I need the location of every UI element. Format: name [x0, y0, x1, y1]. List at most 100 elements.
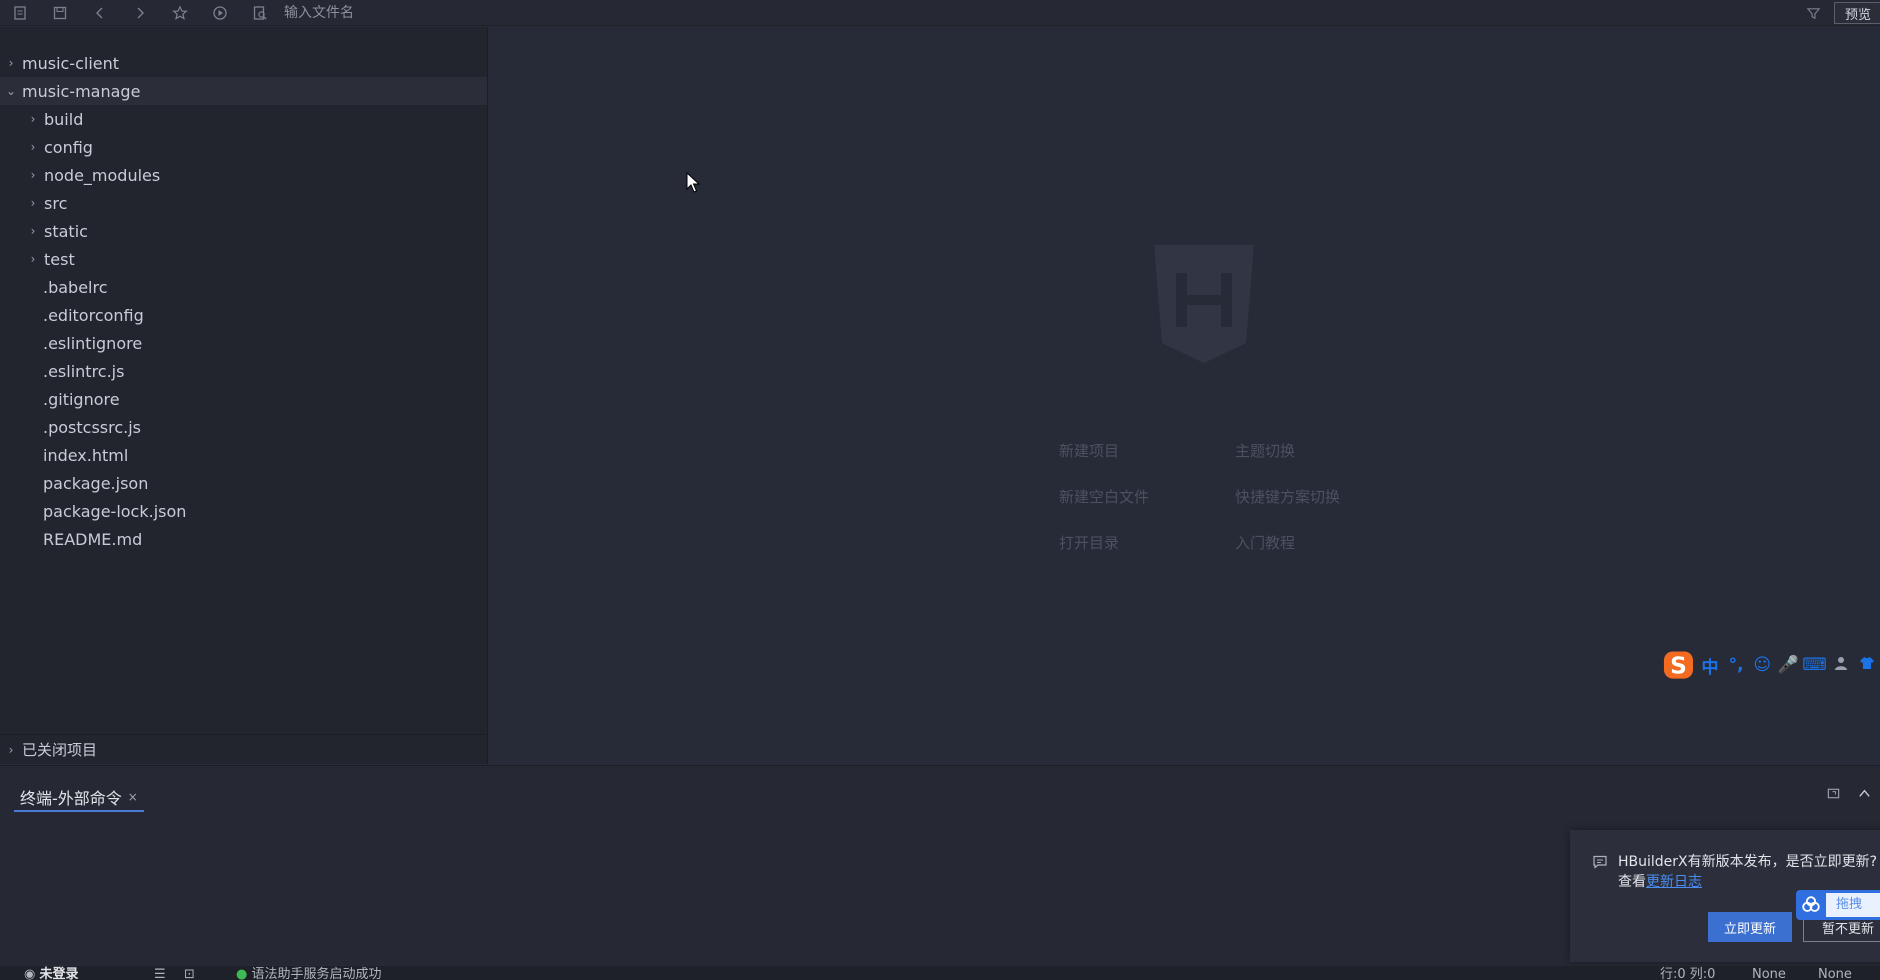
chevron-right-icon[interactable]: › [22, 224, 44, 238]
file-search-input[interactable] [284, 1, 684, 24]
ime-emoji-icon[interactable]: ☺ [1749, 655, 1775, 675]
encoding-status[interactable]: None [1752, 968, 1786, 980]
sogou-logo-icon[interactable]: S [1662, 648, 1697, 682]
forward-icon[interactable] [120, 0, 160, 26]
file-label: package.json [43, 473, 149, 493]
ime-skin-icon[interactable] [1854, 655, 1880, 676]
folder-label: static [44, 221, 88, 241]
new-file-icon[interactable] [0, 0, 40, 26]
ime-user-icon[interactable] [1828, 655, 1854, 676]
closed-projects-section[interactable]: › 已关闭项目 [0, 734, 487, 764]
file-tree: › music-client ⌄ music-manage › build › … [0, 27, 487, 553]
file-item[interactable]: package-lock.json [0, 497, 487, 525]
new-blank-file-link[interactable]: 新建空白文件 [1059, 487, 1235, 507]
file-item[interactable]: .editorconfig [0, 301, 487, 329]
ime-toolbar: S 中 °, ☺ 🎤 ⌨ [1662, 648, 1880, 682]
syntax-status[interactable]: None [1818, 968, 1852, 980]
status-ok-icon: ● [236, 967, 248, 980]
notification-changelog-line: 查看更新日志 [1618, 872, 1877, 892]
cursor-position[interactable]: 行:0 列:0 [1660, 968, 1715, 980]
chevron-right-icon[interactable]: › [22, 112, 44, 126]
file-label: .eslintrc.js [43, 361, 125, 381]
folder-label: src [44, 193, 68, 213]
theme-switch-link[interactable]: 主题切换 [1235, 441, 1399, 461]
chevron-right-icon[interactable]: › [22, 196, 44, 210]
chevron-right-icon[interactable]: › [0, 743, 22, 757]
folder-item[interactable]: › static [0, 217, 487, 245]
cloud-icon [1796, 890, 1826, 920]
folder-item[interactable]: › src [0, 189, 487, 217]
view-prefix: 查看 [1618, 874, 1646, 890]
chevron-right-icon[interactable]: › [22, 252, 44, 266]
changelog-link[interactable]: 更新日志 [1646, 874, 1702, 890]
ime-keyboard-icon[interactable]: ⌨ [1802, 655, 1828, 675]
file-item[interactable]: index.html [0, 441, 487, 469]
file-item[interactable]: .babelrc [0, 273, 487, 301]
folder-label: test [44, 249, 75, 269]
file-label: .eslintignore [43, 333, 143, 353]
folder-item[interactable]: › node_modules [0, 161, 487, 189]
project-label: music-client [22, 53, 120, 73]
language-service-status[interactable]: ● 语法助手服务启动成功 [236, 968, 382, 980]
chevron-right-icon[interactable]: › [22, 140, 44, 154]
folder-item[interactable]: › build [0, 105, 487, 133]
chevron-up-icon[interactable] [1857, 786, 1872, 805]
file-item[interactable]: .eslintrc.js [0, 357, 487, 385]
panel-actions [1826, 786, 1872, 805]
project-music-client[interactable]: › music-client [0, 49, 487, 77]
file-item[interactable]: package.json [0, 469, 487, 497]
login-status[interactable]: ◉ 未登录 [24, 968, 79, 980]
tutorial-link[interactable]: 入门教程 [1235, 533, 1399, 553]
notification-message: HBuilderX有新版本发布，是否立即更新? [1618, 854, 1878, 870]
run-icon[interactable] [200, 0, 240, 26]
close-icon[interactable]: × [128, 790, 138, 804]
chevron-right-icon[interactable]: › [22, 168, 44, 182]
ime-voice-icon[interactable]: 🎤 [1775, 655, 1801, 675]
preview-button[interactable]: 预览 [1833, 2, 1880, 24]
save-icon[interactable] [40, 0, 80, 26]
ime-chinese-mode[interactable]: 中 [1697, 653, 1723, 678]
file-item[interactable]: .postcssrc.js [0, 413, 487, 441]
browse-file-icon[interactable] [240, 0, 280, 26]
star-icon[interactable] [160, 0, 200, 26]
terminal-icon[interactable]: ⊡ [184, 968, 195, 980]
closed-projects-label: 已关闭项目 [22, 741, 98, 759]
top-toolbar: 预览 [0, 0, 1880, 26]
welcome-links: 新建项目 主题切换 新建空白文件 快捷键方案切换 打开目录 入门教程 [1059, 441, 1399, 553]
back-icon[interactable] [80, 0, 120, 26]
chevron-right-icon[interactable]: › [0, 56, 22, 70]
tab-label: 终端-外部命令 [20, 789, 122, 808]
list-icon[interactable]: ☰ [154, 968, 166, 980]
maximize-panel-icon[interactable] [1826, 786, 1841, 805]
file-label: index.html [43, 445, 129, 465]
tab-terminal-external[interactable]: 终端-外部命令 × [14, 784, 144, 812]
open-directory-link[interactable]: 打开目录 [1059, 533, 1235, 553]
filter-icon[interactable] [1794, 0, 1834, 26]
new-project-link[interactable]: 新建项目 [1059, 441, 1235, 461]
drag-label: 拖拽 [1826, 893, 1880, 917]
folder-label: node_modules [44, 165, 161, 185]
file-item[interactable]: .eslintignore [0, 329, 487, 357]
chevron-down-icon[interactable]: ⌄ [0, 84, 22, 98]
file-item[interactable]: README.md [0, 525, 487, 553]
status-bar: ◉ 未登录 ☰ ⊡ ● 语法助手服务启动成功 行:0 列:0 None None [0, 966, 1880, 980]
file-label: README.md [43, 529, 143, 549]
svg-text:S: S [1670, 653, 1687, 680]
folder-item[interactable]: › test [0, 245, 487, 273]
file-label: .babelrc [43, 277, 108, 297]
hbuilderx-window: 预览 › music-client ⌄ music-manage › build… [0, 0, 1880, 980]
file-label: .postcssrc.js [43, 417, 141, 437]
folder-item[interactable]: › config [0, 133, 487, 161]
hbuilder-logo-icon [1154, 245, 1254, 363]
keymap-switch-link[interactable]: 快捷键方案切换 [1235, 487, 1399, 507]
file-item[interactable]: .gitignore [0, 385, 487, 413]
message-icon [1593, 855, 1607, 869]
folder-label: build [44, 109, 84, 129]
update-now-button[interactable]: 立即更新 [1708, 912, 1792, 942]
language-service-label: 语法助手服务启动成功 [251, 967, 382, 980]
baidu-drag-widget[interactable]: 拖拽 [1796, 890, 1880, 920]
project-label: music-manage [22, 81, 141, 101]
toolbar-right: 预览 [1794, 0, 1880, 26]
project-music-manage[interactable]: ⌄ music-manage [0, 77, 487, 105]
ime-punctuation[interactable]: °, [1723, 655, 1749, 675]
